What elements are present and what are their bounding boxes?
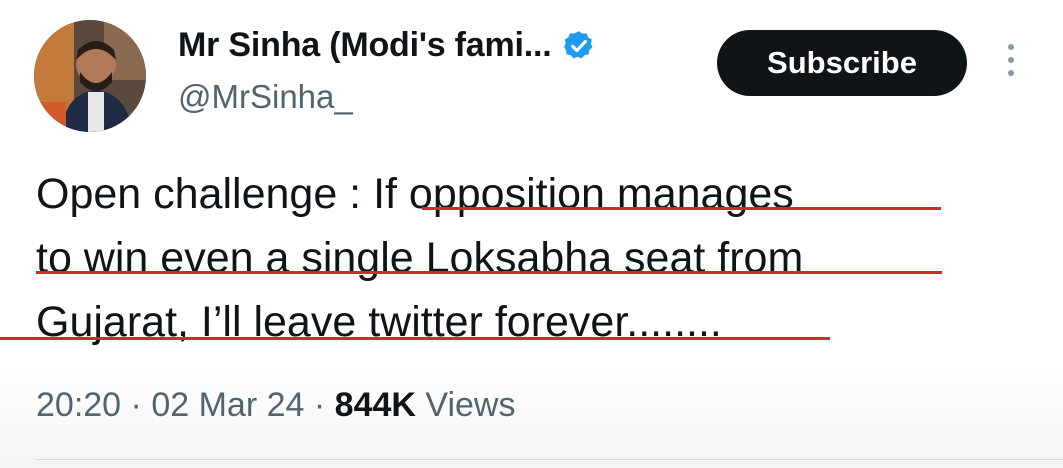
meta-separator: · <box>313 386 335 424</box>
red-underline-mark <box>422 207 941 210</box>
tweet-line: Open challenge : If opposition manages <box>36 170 794 218</box>
avatar-photo-icon <box>34 20 146 132</box>
tweet-body: Open challenge : If opposition manages t… <box>36 162 996 354</box>
more-dot <box>1008 44 1014 50</box>
views-count: 844K <box>334 386 416 424</box>
more-options-icon[interactable] <box>1000 44 1022 88</box>
more-dot <box>1008 70 1014 76</box>
tweet-meta: 20:20 · 02 Mar 24 · 844K Views <box>36 386 515 425</box>
red-underline-mark <box>36 271 942 274</box>
tweet-line: Gujarat, I’ll leave twitter forever.....… <box>36 298 722 346</box>
meta-separator: · <box>130 386 152 424</box>
tweet-date[interactable]: 02 Mar 24 <box>151 386 304 424</box>
author-avatar[interactable] <box>34 20 146 132</box>
author-handle[interactable]: @MrSinha_ <box>178 78 353 116</box>
author-name-row: Mr Sinha (Modi's fami... <box>178 26 596 65</box>
tweet-card: Mr Sinha (Modi's fami... @MrSinha_ Subsc… <box>0 0 1063 468</box>
red-underline-mark <box>0 337 830 340</box>
divider <box>36 459 1063 460</box>
subscribe-button[interactable]: Subscribe <box>717 30 967 96</box>
verified-badge-icon <box>563 30 593 58</box>
tweet-time[interactable]: 20:20 <box>36 386 121 424</box>
views-label: Views <box>425 386 516 424</box>
more-dot <box>1008 57 1014 63</box>
tweet-line: to win even a single Loksabha seat from <box>36 234 804 282</box>
author-display-name[interactable]: Mr Sinha (Modi's fami... <box>178 26 552 65</box>
